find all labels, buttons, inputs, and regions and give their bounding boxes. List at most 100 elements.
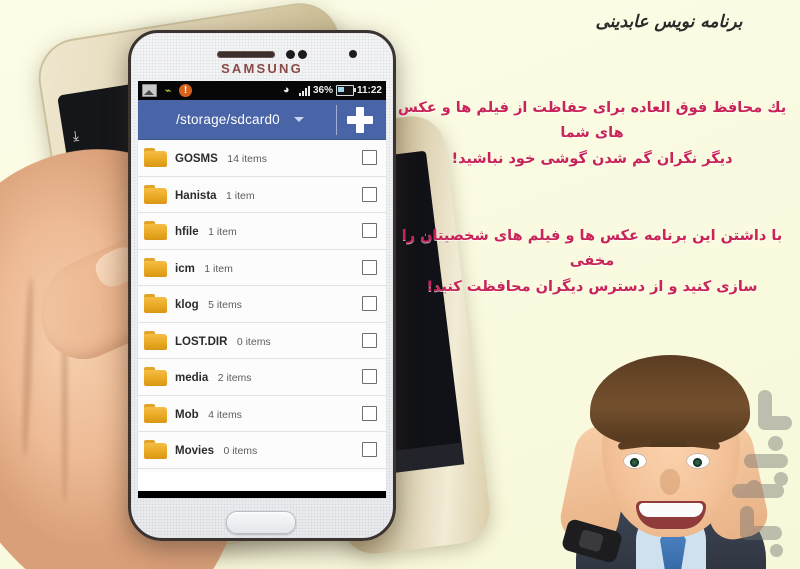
file-meta: GOSMS 14 items [175,149,362,166]
table-row[interactable]: Mob 4 items [138,395,386,432]
table-row[interactable]: media 2 items [138,359,386,396]
mouth [636,501,706,529]
file-meta: Movies 0 items [175,441,362,458]
promo-banner: ⤓ ⤴ SAMSUNG ⌁ ! [0,0,800,569]
status-bar: ⌁ ! ◕ 36% 11:22 [138,81,386,100]
status-bar-left-icons: ⌁ ! [142,84,192,97]
teeth [639,503,703,517]
folder-icon [144,440,167,460]
file-name: klog [175,299,199,312]
action-bar-divider [336,104,337,135]
marketing-line: یك محافظ فوق العاده برای حفاظت از فیلم ه… [397,100,787,142]
current-path-label: /storage/sdcard0 [176,112,280,127]
file-meta: hfile 1 item [175,222,362,239]
folder-icon [144,221,167,241]
screen-bottom-bezel [138,491,386,498]
folder-icon [144,403,167,423]
file-count: 4 items [208,408,242,421]
warning-icon: ! [179,84,192,97]
row-checkbox[interactable] [362,296,377,312]
file-name: Movies [175,445,214,458]
eye-right [686,453,710,469]
list-bottom-padding [138,468,386,472]
file-count: 0 items [223,445,258,458]
nose [660,469,680,495]
smiling-man-photo [490,329,800,569]
download-icon: ⤓ [71,127,80,144]
file-meta: icm 1 item [175,259,362,276]
wifi-icon: ◕ [282,84,290,96]
file-meta: Mob 4 items [175,405,362,422]
status-bar-right-icons: ◕ 36% 11:22 [283,85,382,96]
row-checkbox[interactable] [362,223,377,239]
row-checkbox[interactable] [362,150,377,166]
file-count: 5 items [208,299,242,312]
usb-debug-icon: ⌁ [164,84,172,97]
file-name: media [175,372,209,385]
proximity-sensor-icon [286,50,295,59]
row-checkbox[interactable] [362,332,377,348]
file-count: 2 items [217,372,252,385]
table-row[interactable]: Movies 0 items [138,432,386,469]
pupil [693,458,702,467]
file-name: icm [175,262,195,275]
gallery-icon [142,84,157,97]
file-count: 1 item [226,189,255,202]
page-title: برنامه نویس عابدینی [595,12,743,32]
marketing-line: سازی کنید و از دسترس دیگران محافظت کنید! [426,278,758,295]
folder-icon [144,367,167,387]
file-meta: klog 5 items [175,295,362,312]
marketing-line: با داشتن این برنامه عکس ها و فیلم های شخ… [401,228,783,270]
pupil [630,458,639,467]
action-bar: /storage/sdcard0 [138,100,386,140]
plus-icon[interactable] [345,105,375,135]
samsung-phone: SAMSUNG ⌁ ! ◕ 36% 11:22 /storage/sdcard0… [128,30,396,541]
battery-percent-label: 36% [312,85,333,96]
folder-icon [144,184,167,204]
file-meta: media 2 items [175,368,362,385]
file-name: Hanista [175,189,217,202]
folder-icon [144,148,167,168]
file-meta: LOST.DIR 0 items [175,332,362,349]
file-count: 1 item [208,226,237,239]
signal-bars-icon [298,85,310,96]
marketing-line: دیگر نگران گم شدن گوشی خود نباشید! [451,150,733,167]
file-name: Mob [175,408,199,421]
file-meta: Hanista 1 item [175,186,362,203]
row-checkbox[interactable] [362,442,377,458]
earpiece-icon [217,51,275,58]
chevron-down-icon[interactable] [293,117,304,122]
file-count: 1 item [204,262,233,275]
table-row[interactable]: icm 1 item [138,249,386,286]
table-row[interactable]: GOSMS 14 items [138,140,386,177]
row-checkbox[interactable] [362,259,377,275]
file-list[interactable]: GOSMS 14 items Hanista 1 item hfile 1 it… [138,140,386,472]
finger-crease [20,276,35,458]
row-checkbox[interactable] [362,405,377,421]
eye-left [623,453,647,469]
path-spinner[interactable]: /storage/sdcard0 [148,112,332,127]
samsung-logo: SAMSUNG [221,61,303,76]
file-count: 14 items [227,153,267,166]
folder-icon [144,294,167,314]
file-name: LOST.DIR [175,335,228,348]
table-row[interactable]: klog 5 items [138,286,386,323]
clock-label: 11:22 [356,85,382,96]
table-row[interactable]: Hanista 1 item [138,176,386,213]
file-count: 0 items [236,335,271,348]
front-camera-icon [349,50,357,58]
home-button[interactable] [226,511,296,534]
hair [590,355,750,447]
file-name: GOSMS [175,153,218,166]
table-row[interactable]: LOST.DIR 0 items [138,322,386,359]
marketing-copy-block-1: یك محافظ فوق العاده برای حفاظت از فیلم ه… [392,96,792,172]
phone-screen: ⌁ ! ◕ 36% 11:22 /storage/sdcard0 GOSMS 1… [138,81,386,491]
row-checkbox[interactable] [362,186,377,202]
marketing-copy-block-2: با داشتن این برنامه عکس ها و فیلم های شخ… [392,224,792,300]
file-name: hfile [175,226,199,239]
light-sensor-icon [298,50,307,59]
table-row[interactable]: hfile 1 item [138,213,386,250]
row-checkbox[interactable] [362,369,377,385]
battery-icon [335,85,356,96]
folder-icon [144,330,167,350]
